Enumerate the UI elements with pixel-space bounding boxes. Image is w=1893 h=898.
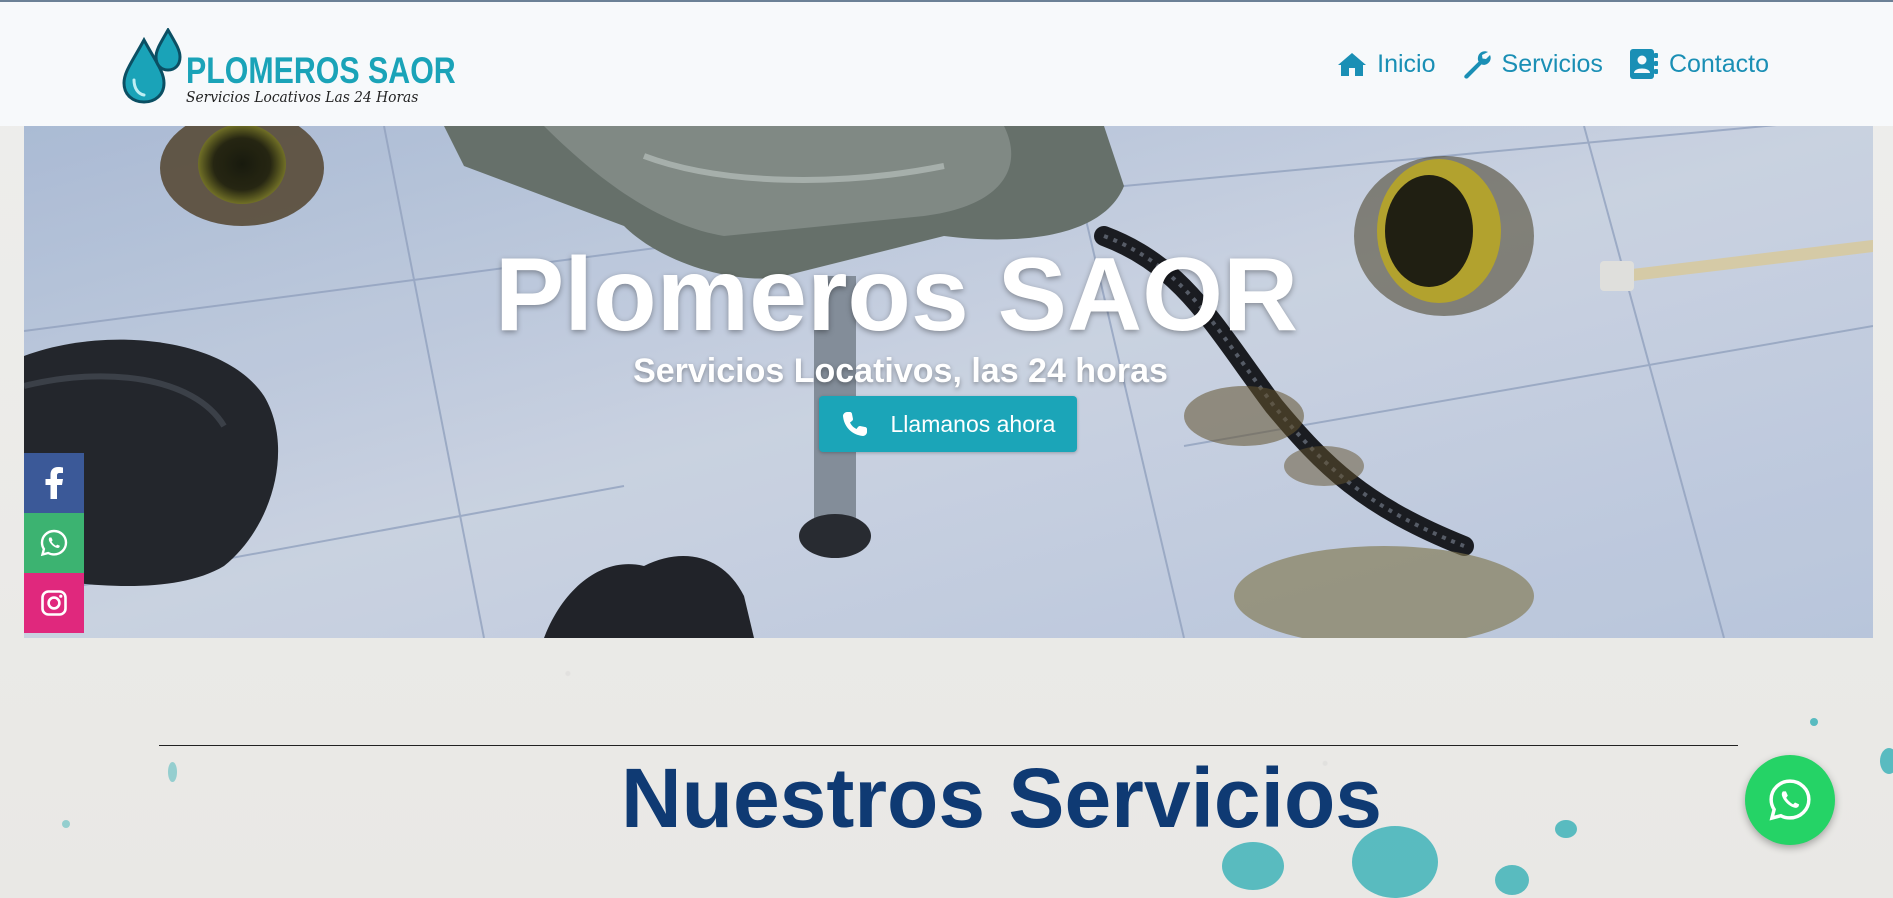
logo-name: PLOMEROS SAOR <box>186 50 456 91</box>
section-divider <box>159 745 1738 746</box>
social-sidebar <box>24 453 84 633</box>
logo-tagline: Servicios Locativos Las 24 Horas <box>186 88 419 106</box>
nav-item-servicios[interactable]: Servicios <box>1462 49 1603 79</box>
site-header: PLOMEROS SAOR Servicios Locativos Las 24… <box>0 0 1893 126</box>
call-now-button[interactable]: Llamanos ahora <box>819 396 1077 452</box>
instagram-button[interactable] <box>24 573 84 633</box>
main-nav: Inicio Servicios Contacto <box>1337 48 1769 80</box>
contact-book-icon <box>1629 49 1658 79</box>
whatsapp-float-button[interactable] <box>1745 755 1835 845</box>
hero-subtitle: Servicios Locativos, las 24 horas <box>633 352 1168 390</box>
call-now-label: Llamanos ahora <box>890 410 1056 437</box>
instagram-icon <box>41 590 67 616</box>
paint-splash <box>1495 865 1529 895</box>
nav-label: Inicio <box>1377 49 1436 78</box>
site-logo[interactable]: PLOMEROS SAOR Servicios Locativos Las 24… <box>122 28 456 108</box>
nav-label: Contacto <box>1668 49 1769 78</box>
hero-title: Plomeros SAOR <box>494 237 1299 353</box>
facebook-button[interactable] <box>24 453 84 513</box>
services-heading: Nuestros Servicios <box>620 751 1382 845</box>
whatsapp-icon <box>40 529 68 557</box>
phone-icon <box>842 412 867 436</box>
whatsapp-button[interactable] <box>24 513 84 573</box>
nav-label: Servicios <box>1501 49 1603 78</box>
facebook-icon <box>45 467 63 499</box>
hero-banner: Plomeros SAOR Servicios Locativos, las 2… <box>24 126 1873 638</box>
paint-splash <box>1810 718 1818 726</box>
water-drops-icon <box>122 28 182 104</box>
nav-item-contacto[interactable]: Contacto <box>1629 48 1769 80</box>
paint-splash <box>1222 842 1284 890</box>
wrench-icon <box>1463 51 1491 79</box>
whatsapp-icon <box>1769 779 1811 821</box>
home-icon <box>1338 53 1367 76</box>
nav-item-inicio[interactable]: Inicio <box>1337 49 1436 79</box>
